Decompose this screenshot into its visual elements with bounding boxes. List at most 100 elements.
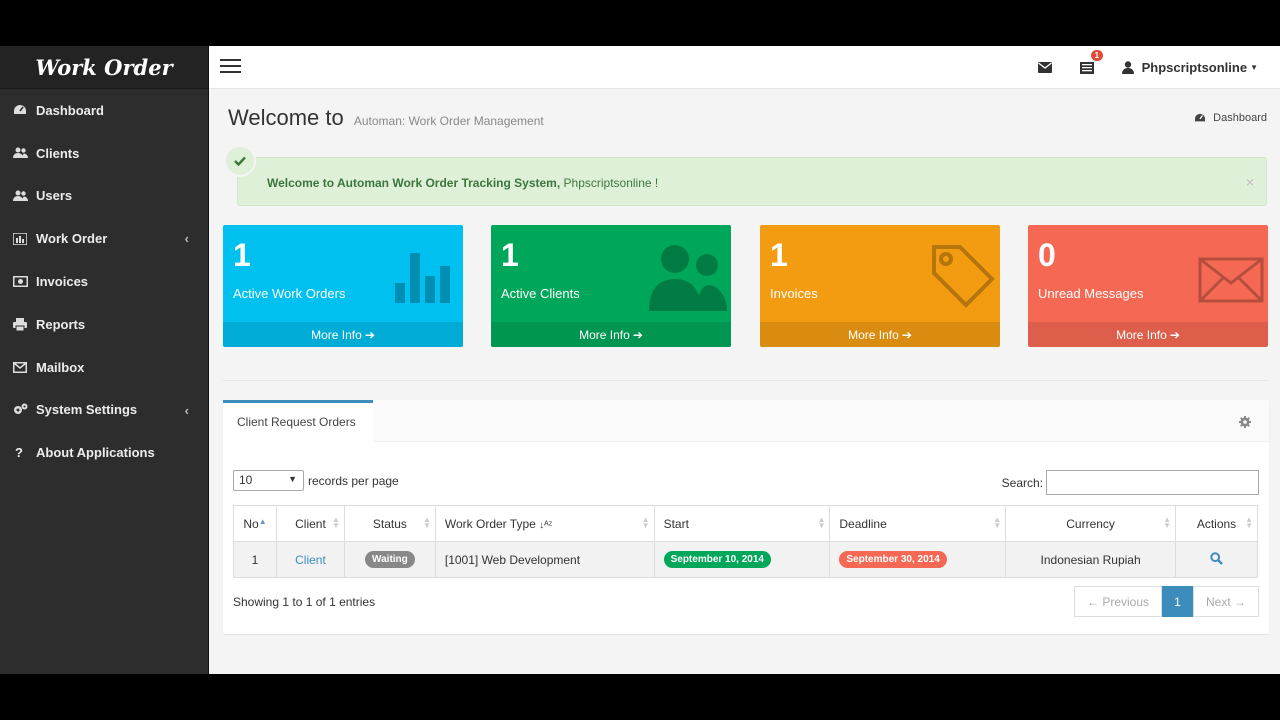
cell-no: 1 (233, 541, 277, 578)
alert-user: Phpscriptsonline ! (560, 176, 659, 190)
sidebar-item-label: Dashboard (36, 102, 104, 118)
tab-bar: Client Request Orders (223, 400, 1269, 442)
money-icon (13, 276, 36, 288)
stat-box-messages: 0 Unread Messages More Info ➔ (1028, 225, 1268, 347)
sidebar-item-mailbox[interactable]: Mailbox (0, 346, 208, 389)
sidebar-item-reports[interactable]: Reports (0, 303, 208, 346)
table-search: Search: (1002, 470, 1259, 495)
stat-label: Active Clients (501, 286, 580, 301)
column-header-work-order-type[interactable]: Work Order Type ↓ᴬᶻ ▲ ▼ (434, 505, 655, 542)
stat-value: 1 (770, 237, 788, 273)
users-icon (649, 243, 727, 316)
sort-asc-icon: ▲ (258, 516, 267, 526)
column-header-currency[interactable]: Currency ▲ ▼ (1005, 505, 1176, 542)
brand-logo[interactable]: Work Order (0, 46, 208, 89)
sidebar-item-about-applications[interactable]: ? About Applications (0, 431, 208, 474)
search-input[interactable] (1046, 470, 1259, 495)
next-page-button[interactable]: Next → (1193, 586, 1259, 617)
stat-label: Invoices (770, 286, 818, 301)
sidebar-item-label: About Applications (36, 445, 155, 461)
stat-label: Active Work Orders (233, 286, 346, 301)
tab-client-request-orders[interactable]: Client Request Orders (223, 400, 373, 442)
welcome-alert: Welcome to Automan Work Order Tracking S… (224, 145, 1267, 206)
page-1-button[interactable]: 1 (1162, 586, 1193, 617)
user-menu[interactable]: Phpscriptsonline ▼ (1121, 60, 1258, 75)
more-info-link[interactable]: More Info ➔ (760, 322, 1000, 347)
gears-icon (13, 403, 36, 416)
dashboard-icon (13, 104, 36, 116)
sort-icon: ▲ ▼ (1245, 515, 1253, 530)
sort-icon: ▲ ▼ (422, 515, 431, 530)
orders-table: No▲ Client ▲ ▼ Status ▲ ▼ Work Order Type ↓ᴬ… (233, 505, 1259, 578)
more-info-link[interactable]: More Info ➔ (491, 322, 731, 347)
arrow-circle-right-icon: ➔ (901, 327, 912, 342)
check-icon (224, 145, 256, 177)
envelope-icon (13, 361, 36, 373)
close-icon[interactable]: × (1246, 174, 1254, 190)
previous-page-button[interactable]: ← Previous (1074, 586, 1162, 617)
more-info-link[interactable]: More Info ➔ (1028, 322, 1268, 347)
notifications-icon[interactable]: 1 (1079, 49, 1104, 74)
records-per-page-label: records per page (308, 473, 399, 488)
sidebar-item-label: Reports (36, 316, 86, 332)
caret-down-icon: ▼ (288, 474, 297, 484)
column-header-start[interactable]: Start ▲ ▼ (653, 505, 831, 542)
table-row: 1 Client Waiting [1001] Web Development … (233, 541, 1259, 578)
arrow-circle-right-icon: ➔ (632, 327, 643, 342)
pagination: ← Previous 1 Next → (1074, 586, 1259, 617)
cell-deadline: September 30, 2014 (829, 541, 1007, 578)
messages-icon[interactable] (1037, 62, 1052, 73)
orders-panel: Client Request Orders 10 ▼ records per pa… (223, 400, 1269, 634)
user-name: Phpscriptsonline (1141, 60, 1248, 75)
breadcrumb[interactable]: Dashboard (1194, 112, 1267, 124)
sort-icon: ▲ ▼ (993, 515, 1002, 530)
cell-status: Waiting (343, 541, 436, 578)
tag-icon (930, 243, 996, 314)
gear-icon[interactable] (1239, 415, 1251, 433)
table-header-row: No▲ Client ▲ ▼ Status ▲ ▼ Work Order Type ↓ᴬ… (233, 505, 1259, 542)
column-header-no[interactable]: No▲ (233, 505, 277, 542)
sort-icon: ▲ ▼ (817, 515, 826, 530)
chevron-left-icon: ‹ (184, 402, 189, 418)
sidebar-item-users[interactable]: Users (0, 175, 208, 218)
sort-icon: ▲ ▼ (1163, 515, 1171, 530)
stat-box-invoices: 1 Invoices More Info ➔ (760, 225, 1000, 347)
sidebar-item-system-settings[interactable]: System Settings ‹ (0, 389, 208, 432)
sidebar-item-label: Mailbox (36, 359, 85, 375)
bar-chart-icon (13, 232, 36, 245)
records-per-page-select[interactable]: 10 ▼ (233, 470, 304, 491)
arrow-circle-right-icon: ➔ (364, 327, 375, 342)
cell-currency: Indonesian Rupiah (1005, 541, 1176, 578)
users-icon (13, 147, 36, 159)
menu-toggle-icon[interactable] (220, 59, 241, 74)
page-subtitle: Automan: Work Order Management (353, 114, 544, 128)
cell-actions (1174, 541, 1259, 578)
view-search-icon[interactable] (1210, 551, 1223, 565)
sidebar-item-invoices[interactable]: Invoices (0, 260, 208, 303)
divider (223, 380, 1269, 381)
table-info: Showing 1 to 1 of 1 entries (233, 595, 376, 609)
bar-chart-icon (395, 243, 459, 308)
question-icon: ? (15, 445, 23, 461)
search-label: Search: (1001, 475, 1043, 490)
stat-boxes: 1 Active Work Orders More Info ➔ 1 Active… (223, 225, 1269, 347)
column-header-client[interactable]: Client ▲ ▼ (275, 505, 345, 542)
sidebar-item-label: System Settings (36, 402, 138, 418)
sidebar-item-label: Work Order (36, 231, 108, 247)
column-header-actions[interactable]: Actions ▲ ▼ (1174, 505, 1259, 542)
column-header-status[interactable]: Status ▲ ▼ (343, 505, 436, 542)
sidebar-item-dashboard[interactable]: Dashboard (0, 89, 208, 132)
sidebar-item-label: Clients (36, 145, 80, 161)
cell-client: Client (275, 541, 345, 578)
sidebar-item-work-order[interactable]: Work Order ‹ (0, 217, 208, 260)
column-header-deadline[interactable]: Deadline ▲ ▼ (829, 505, 1007, 542)
more-info-link[interactable]: More Info ➔ (223, 322, 463, 347)
notification-badge: 1 (1090, 49, 1104, 61)
client-link[interactable]: Client (295, 553, 326, 567)
page-title: Welcome to Automan: Work Order Managemen… (228, 105, 544, 130)
stat-box-clients: 1 Active Clients More Info ➔ (491, 225, 731, 347)
app-window: Work Order Dashboard Clients Users Work … (0, 46, 1280, 674)
sort-alpha-icon: ↓ᴬᶻ (539, 519, 553, 531)
sidebar-item-clients[interactable]: Clients (0, 132, 208, 175)
stat-value: 0 (1038, 237, 1056, 273)
